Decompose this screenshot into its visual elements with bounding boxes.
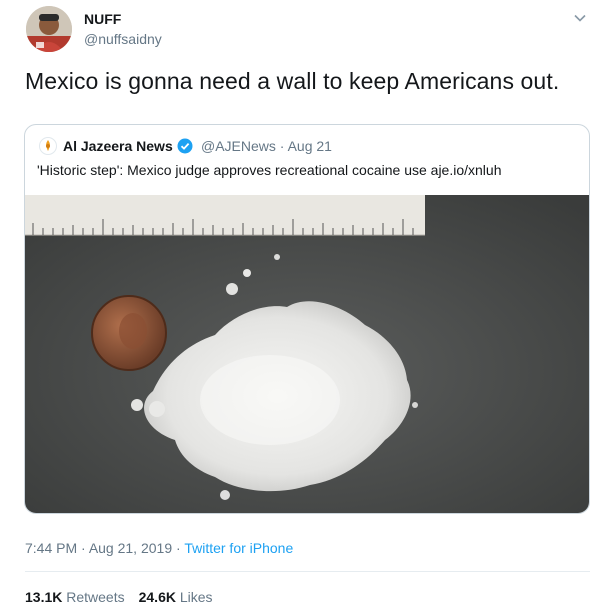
divider [25,571,590,572]
author-name[interactable]: NUFF [84,11,121,27]
retweets-label: Retweets [66,589,125,605]
retweets-stat[interactable]: 13.1K Retweets [25,589,125,605]
likes-stat[interactable]: 24.6K Likes [139,589,213,605]
author-avatar[interactable] [26,6,72,52]
tweet-source-link[interactable]: Twitter for iPhone [184,540,293,556]
tweet-time[interactable]: 7:44 PM [25,540,77,556]
quoted-text: 'Historic step': Mexico judge approves r… [37,162,502,178]
chevron-down-icon[interactable] [572,10,588,26]
tweet-timestamp: 7:44 PM · Aug 21, 2019 · Twitter for iPh… [25,540,293,556]
tweet-card: NUFF @nuffsaidny Mexico is gonna need a … [0,0,612,615]
quoted-author-name: Al Jazeera News [63,138,173,154]
tweet-text: Mexico is gonna need a wall to keep Amer… [25,68,560,94]
likes-count: 24.6K [138,589,176,605]
quoted-avatar [39,137,57,155]
quoted-photo[interactable] [25,195,589,513]
quoted-tweet[interactable]: Al Jazeera News @AJENews · Aug 21 'Histo… [24,124,590,514]
user-avatar-icon [26,6,72,52]
photo-image [25,195,589,513]
retweets-count: 13.1K [25,589,63,605]
tweet-stats: 13.1K Retweets 24.6K Likes [25,589,213,605]
likes-label: Likes [179,589,213,605]
quoted-handle-date: @AJENews · Aug 21 [201,138,332,154]
al-jazeera-logo-icon [46,140,50,151]
separator: · [172,540,185,556]
tweet-date[interactable]: Aug 21, 2019 [89,540,172,556]
separator: · [77,540,89,556]
author-handle[interactable]: @nuffsaidny [84,31,162,47]
verified-badge-icon [177,138,193,154]
